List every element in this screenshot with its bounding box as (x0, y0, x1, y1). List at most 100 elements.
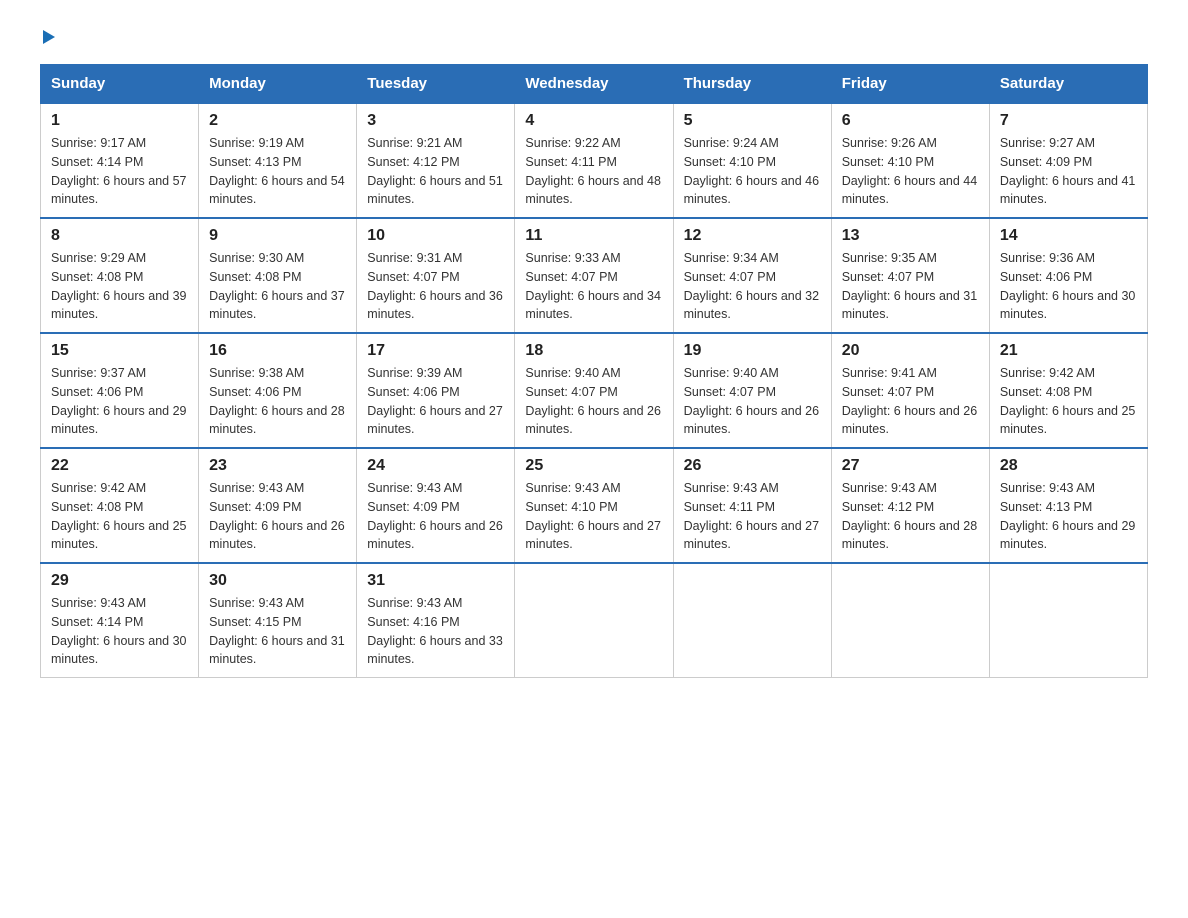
day-number: 6 (842, 112, 979, 130)
day-info: Sunrise: 9:40 AMSunset: 4:07 PMDaylight:… (525, 366, 661, 436)
logo-general-line (40, 30, 55, 44)
day-number: 17 (367, 342, 504, 360)
calendar-day-cell: 12 Sunrise: 9:34 AMSunset: 4:07 PMDaylig… (673, 218, 831, 333)
day-info: Sunrise: 9:27 AMSunset: 4:09 PMDaylight:… (1000, 136, 1136, 206)
calendar-day-cell: 21 Sunrise: 9:42 AMSunset: 4:08 PMDaylig… (989, 333, 1147, 448)
calendar-day-cell (515, 563, 673, 678)
calendar-day-cell: 13 Sunrise: 9:35 AMSunset: 4:07 PMDaylig… (831, 218, 989, 333)
logo (40, 30, 55, 44)
calendar-day-cell: 18 Sunrise: 9:40 AMSunset: 4:07 PMDaylig… (515, 333, 673, 448)
day-number: 20 (842, 342, 979, 360)
calendar-day-cell: 9 Sunrise: 9:30 AMSunset: 4:08 PMDayligh… (199, 218, 357, 333)
day-of-week-header: Friday (831, 65, 989, 104)
calendar-day-cell: 7 Sunrise: 9:27 AMSunset: 4:09 PMDayligh… (989, 103, 1147, 218)
day-number: 15 (51, 342, 188, 360)
day-of-week-header: Tuesday (357, 65, 515, 104)
day-number: 11 (525, 227, 662, 245)
logo-triangle-icon (43, 30, 55, 44)
day-info: Sunrise: 9:21 AMSunset: 4:12 PMDaylight:… (367, 136, 503, 206)
day-info: Sunrise: 9:43 AMSunset: 4:11 PMDaylight:… (684, 481, 820, 551)
calendar-day-cell: 20 Sunrise: 9:41 AMSunset: 4:07 PMDaylig… (831, 333, 989, 448)
calendar-day-cell: 1 Sunrise: 9:17 AMSunset: 4:14 PMDayligh… (41, 103, 199, 218)
calendar-day-cell (989, 563, 1147, 678)
day-number: 25 (525, 457, 662, 475)
day-number: 14 (1000, 227, 1137, 245)
calendar-week-row: 1 Sunrise: 9:17 AMSunset: 4:14 PMDayligh… (41, 103, 1148, 218)
day-number: 13 (842, 227, 979, 245)
calendar-day-cell: 8 Sunrise: 9:29 AMSunset: 4:08 PMDayligh… (41, 218, 199, 333)
day-info: Sunrise: 9:33 AMSunset: 4:07 PMDaylight:… (525, 251, 661, 321)
day-number: 24 (367, 457, 504, 475)
calendar-day-cell: 23 Sunrise: 9:43 AMSunset: 4:09 PMDaylig… (199, 448, 357, 563)
calendar-day-cell: 22 Sunrise: 9:42 AMSunset: 4:08 PMDaylig… (41, 448, 199, 563)
day-number: 23 (209, 457, 346, 475)
calendar-day-cell: 27 Sunrise: 9:43 AMSunset: 4:12 PMDaylig… (831, 448, 989, 563)
day-info: Sunrise: 9:38 AMSunset: 4:06 PMDaylight:… (209, 366, 345, 436)
day-number: 31 (367, 572, 504, 590)
calendar-day-cell: 28 Sunrise: 9:43 AMSunset: 4:13 PMDaylig… (989, 448, 1147, 563)
day-number: 26 (684, 457, 821, 475)
day-info: Sunrise: 9:37 AMSunset: 4:06 PMDaylight:… (51, 366, 187, 436)
day-number: 8 (51, 227, 188, 245)
day-info: Sunrise: 9:35 AMSunset: 4:07 PMDaylight:… (842, 251, 978, 321)
day-info: Sunrise: 9:43 AMSunset: 4:14 PMDaylight:… (51, 596, 187, 666)
day-info: Sunrise: 9:40 AMSunset: 4:07 PMDaylight:… (684, 366, 820, 436)
calendar-day-cell: 31 Sunrise: 9:43 AMSunset: 4:16 PMDaylig… (357, 563, 515, 678)
day-info: Sunrise: 9:31 AMSunset: 4:07 PMDaylight:… (367, 251, 503, 321)
day-info: Sunrise: 9:43 AMSunset: 4:16 PMDaylight:… (367, 596, 503, 666)
day-number: 9 (209, 227, 346, 245)
day-number: 22 (51, 457, 188, 475)
day-number: 5 (684, 112, 821, 130)
day-info: Sunrise: 9:30 AMSunset: 4:08 PMDaylight:… (209, 251, 345, 321)
calendar-day-cell: 5 Sunrise: 9:24 AMSunset: 4:10 PMDayligh… (673, 103, 831, 218)
calendar-day-cell: 15 Sunrise: 9:37 AMSunset: 4:06 PMDaylig… (41, 333, 199, 448)
day-info: Sunrise: 9:43 AMSunset: 4:12 PMDaylight:… (842, 481, 978, 551)
day-number: 19 (684, 342, 821, 360)
calendar-week-row: 8 Sunrise: 9:29 AMSunset: 4:08 PMDayligh… (41, 218, 1148, 333)
calendar-body: 1 Sunrise: 9:17 AMSunset: 4:14 PMDayligh… (41, 103, 1148, 678)
day-number: 16 (209, 342, 346, 360)
day-info: Sunrise: 9:17 AMSunset: 4:14 PMDaylight:… (51, 136, 187, 206)
day-number: 4 (525, 112, 662, 130)
calendar-day-cell: 17 Sunrise: 9:39 AMSunset: 4:06 PMDaylig… (357, 333, 515, 448)
calendar-day-cell: 29 Sunrise: 9:43 AMSunset: 4:14 PMDaylig… (41, 563, 199, 678)
day-info: Sunrise: 9:34 AMSunset: 4:07 PMDaylight:… (684, 251, 820, 321)
header-row: SundayMondayTuesdayWednesdayThursdayFrid… (41, 65, 1148, 104)
day-number: 29 (51, 572, 188, 590)
day-of-week-header: Wednesday (515, 65, 673, 104)
day-number: 3 (367, 112, 504, 130)
calendar-day-cell (673, 563, 831, 678)
day-number: 30 (209, 572, 346, 590)
calendar-day-cell: 24 Sunrise: 9:43 AMSunset: 4:09 PMDaylig… (357, 448, 515, 563)
day-number: 10 (367, 227, 504, 245)
day-info: Sunrise: 9:43 AMSunset: 4:13 PMDaylight:… (1000, 481, 1136, 551)
day-number: 12 (684, 227, 821, 245)
calendar-header: SundayMondayTuesdayWednesdayThursdayFrid… (41, 65, 1148, 104)
day-info: Sunrise: 9:42 AMSunset: 4:08 PMDaylight:… (1000, 366, 1136, 436)
calendar-table: SundayMondayTuesdayWednesdayThursdayFrid… (40, 64, 1148, 678)
day-number: 28 (1000, 457, 1137, 475)
day-number: 1 (51, 112, 188, 130)
calendar-day-cell: 30 Sunrise: 9:43 AMSunset: 4:15 PMDaylig… (199, 563, 357, 678)
day-info: Sunrise: 9:29 AMSunset: 4:08 PMDaylight:… (51, 251, 187, 321)
day-info: Sunrise: 9:42 AMSunset: 4:08 PMDaylight:… (51, 481, 187, 551)
calendar-day-cell: 2 Sunrise: 9:19 AMSunset: 4:13 PMDayligh… (199, 103, 357, 218)
day-of-week-header: Thursday (673, 65, 831, 104)
day-of-week-header: Sunday (41, 65, 199, 104)
calendar-day-cell: 14 Sunrise: 9:36 AMSunset: 4:06 PMDaylig… (989, 218, 1147, 333)
day-of-week-header: Monday (199, 65, 357, 104)
day-info: Sunrise: 9:43 AMSunset: 4:09 PMDaylight:… (209, 481, 345, 551)
calendar-day-cell: 16 Sunrise: 9:38 AMSunset: 4:06 PMDaylig… (199, 333, 357, 448)
calendar-day-cell: 10 Sunrise: 9:31 AMSunset: 4:07 PMDaylig… (357, 218, 515, 333)
calendar-week-row: 29 Sunrise: 9:43 AMSunset: 4:14 PMDaylig… (41, 563, 1148, 678)
calendar-week-row: 22 Sunrise: 9:42 AMSunset: 4:08 PMDaylig… (41, 448, 1148, 563)
page-header (40, 30, 1148, 44)
day-info: Sunrise: 9:41 AMSunset: 4:07 PMDaylight:… (842, 366, 978, 436)
day-number: 18 (525, 342, 662, 360)
calendar-day-cell: 26 Sunrise: 9:43 AMSunset: 4:11 PMDaylig… (673, 448, 831, 563)
calendar-day-cell: 3 Sunrise: 9:21 AMSunset: 4:12 PMDayligh… (357, 103, 515, 218)
day-info: Sunrise: 9:36 AMSunset: 4:06 PMDaylight:… (1000, 251, 1136, 321)
day-info: Sunrise: 9:22 AMSunset: 4:11 PMDaylight:… (525, 136, 661, 206)
calendar-day-cell: 19 Sunrise: 9:40 AMSunset: 4:07 PMDaylig… (673, 333, 831, 448)
day-number: 27 (842, 457, 979, 475)
